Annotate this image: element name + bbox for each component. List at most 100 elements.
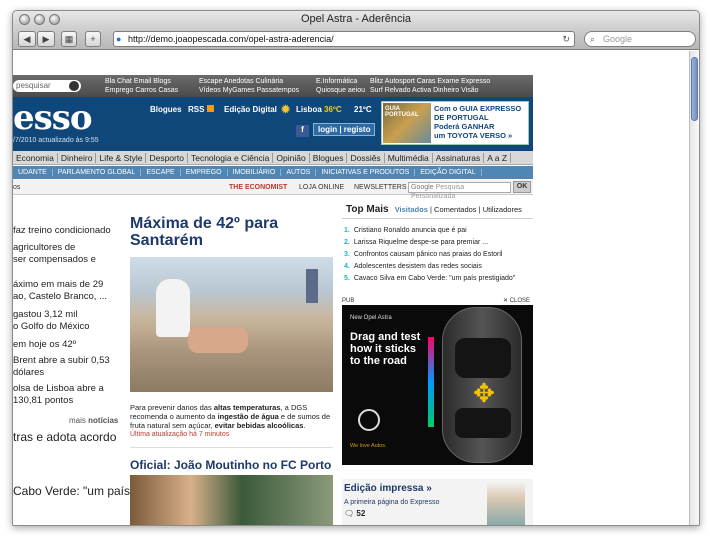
loja-online-link[interactable]: LOJA ONLINE (299, 180, 344, 195)
blogues-link[interactable]: Blogues (150, 105, 182, 114)
newspaper-cover-thumbnail[interactable] (487, 481, 525, 525)
top-item[interactable]: 1. Cristiano Ronaldo anuncia que é pai (344, 225, 533, 237)
edicao-title[interactable]: Edição impressa » (344, 483, 432, 494)
news-item[interactable]: dólares (13, 367, 44, 379)
strip-link[interactable]: Passatempos (257, 87, 299, 94)
strip-group-1[interactable]: Bla Chat Email Blogs Emprego Carros Casas (105, 77, 178, 95)
strip-link[interactable]: Activa (412, 87, 431, 94)
strip-link[interactable]: Autosport (385, 78, 415, 85)
nav-item[interactable]: Dinheiro (57, 153, 97, 163)
nav-item[interactable]: Opinião (273, 153, 310, 163)
login-register-button[interactable]: login | registo (313, 123, 376, 136)
strip-group-4[interactable]: Blitz Autosport Caras Exame Expresso Surf… (370, 77, 490, 95)
add-bookmark-button[interactable]: + (85, 31, 101, 47)
nav-item[interactable]: Multimédia (384, 153, 433, 163)
news-item[interactable]: ser compensados e (13, 254, 96, 266)
nav-item[interactable]: A a Z (484, 153, 512, 163)
top-item[interactable]: 3. Confrontos causam pânico nas praias do… (344, 249, 533, 261)
forward-button[interactable]: ▶ (37, 31, 55, 47)
top-item[interactable]: 2. Larissa Riquelme despe-se para premiar… (344, 237, 533, 249)
nav-item[interactable]: Economia (13, 153, 58, 163)
strip-link[interactable]: E.Informática (316, 78, 357, 85)
news-item[interactable]: o Golfo do México (13, 321, 90, 333)
news-item[interactable]: Cabo Verde: "um país (13, 485, 130, 497)
search-icon[interactable] (69, 81, 79, 91)
strip-group-2[interactable]: Escape Anedotas Culinária Vídeos MyGames … (199, 77, 299, 95)
news-item[interactable]: 130,81 pontos (13, 395, 73, 407)
nav-item[interactable]: Blogues (309, 153, 348, 163)
strip-link[interactable]: Quiosque aeiou (316, 87, 365, 94)
news-item[interactable]: em hoje os 42º (13, 339, 76, 351)
news-item[interactable]: olsa de Lisboa abre a (13, 383, 104, 395)
subnav-item[interactable]: INICIATIVAS E PRODUTOS (316, 169, 416, 176)
strip-link[interactable]: Email (134, 78, 152, 85)
strip-link[interactable]: Bla Chat (105, 78, 132, 85)
tab-comentados[interactable]: Comentados (434, 205, 477, 214)
news-item[interactable]: ao, Castelo Branco, ... (13, 291, 107, 303)
news-item[interactable]: áximo em mais de 29 (13, 279, 103, 291)
strip-group-3[interactable]: E.Informática Quiosque aeiou (316, 77, 365, 95)
guia-expresso-promo[interactable]: GUIA PORTUGAL Com o GUIA EXPRESSO DE PORT… (381, 101, 529, 145)
facebook-icon[interactable]: f (296, 125, 309, 137)
strip-link[interactable]: Casas (158, 87, 178, 94)
close-window-button[interactable] (19, 14, 30, 25)
subnav-item[interactable]: AUTOS (281, 169, 317, 176)
nav-item[interactable]: Assinaturas (432, 153, 485, 163)
back-button[interactable]: ◀ (18, 31, 36, 47)
ad-close-button[interactable]: ✕ CLOSE (503, 297, 530, 305)
news-item[interactable]: agricultores de (13, 242, 75, 254)
custom-search-input[interactable]: Google Pesquisa Personalizada (408, 182, 511, 200)
strip-link[interactable]: Expresso (461, 78, 490, 85)
main-headline[interactable]: Máxima de 42º para Santarém (130, 215, 300, 249)
address-bar[interactable]: ● http://demo.joaopescada.com/opel-astra… (113, 31, 575, 47)
subnav-item[interactable]: PARLAMENTO GLOBAL (52, 169, 142, 176)
strip-link[interactable]: Caras (417, 78, 436, 85)
news-item[interactable]: faz treino condicionado (13, 225, 111, 237)
strip-link[interactable]: Escape (199, 78, 222, 85)
minimize-window-button[interactable] (34, 14, 45, 25)
economist-link[interactable]: THE ECONOMIST (229, 180, 287, 195)
expresso-logo[interactable]: esso (13, 99, 93, 137)
second-headline[interactable]: Oficial: João Moutinho no FC Porto (130, 458, 331, 472)
rss-link[interactable]: RSS (188, 105, 214, 114)
comment-count[interactable]: 🗨 52 (344, 509, 365, 518)
nav-item[interactable]: Life & Style (96, 153, 147, 163)
nav-item[interactable]: Dossiês (347, 153, 385, 163)
subnav-item[interactable]: IMOBILIÁRIO (227, 169, 282, 176)
strip-link[interactable]: Visão (461, 87, 478, 94)
newsletters-link[interactable]: NEWSLETTERS (354, 180, 407, 195)
strip-link[interactable]: Anedotas (224, 78, 254, 85)
strip-link[interactable]: Exame (437, 78, 459, 85)
subnav-item[interactable]: UDANTE (13, 169, 53, 176)
news-item[interactable]: tras e adota acordo (13, 431, 116, 443)
news-item[interactable]: gastou 3,12 mil (13, 309, 77, 321)
edicao-link[interactable]: A primeira página do Expresso (344, 499, 439, 506)
more-news-link[interactable]: mais notícias (69, 415, 118, 427)
drag-arrows-icon[interactable]: ✥ (470, 379, 498, 407)
news-item[interactable]: Brent abre a subir 0,53 (13, 355, 110, 367)
strip-link[interactable]: Relvado (385, 87, 411, 94)
strip-link[interactable]: Emprego (105, 87, 133, 94)
zoom-window-button[interactable] (49, 14, 60, 25)
strip-link[interactable]: Blitz (370, 78, 383, 85)
tab-visitados[interactable]: Visitados (395, 205, 428, 214)
main-story-photo[interactable] (130, 257, 333, 392)
edicao-digital-link[interactable]: Edição Digital (224, 105, 277, 114)
opel-astra-ad[interactable]: PUB ✕ CLOSE New Opel Astra Drag and test… (342, 297, 533, 465)
top-item[interactable]: 4. Adolescentes desistem das redes sociai… (344, 261, 533, 273)
nav3-first[interactable]: os (13, 180, 20, 195)
second-story-photo[interactable] (130, 475, 333, 525)
subnav-item[interactable]: ESCAPE (141, 169, 181, 176)
subnav-item[interactable]: EMPREGO (180, 169, 228, 176)
strip-link[interactable]: Blogs (153, 78, 171, 85)
top-item[interactable]: 5. Cavaco Silva em Cabo Verde: "um país p… (344, 273, 533, 285)
strip-link[interactable]: Carros (135, 87, 156, 94)
search-field[interactable]: ⌕ Google (584, 31, 696, 47)
strip-link[interactable]: Dinheiro (433, 87, 459, 94)
site-search-input[interactable]: pesquisar (13, 80, 81, 92)
tab-utilizadores[interactable]: Utilizadores (483, 205, 522, 214)
subnav-item[interactable]: EDIÇÃO DIGITAL (415, 169, 482, 176)
scrollbar-thumb[interactable] (691, 57, 698, 121)
search-ok-button[interactable]: OK (513, 181, 531, 193)
nav-item[interactable]: Tecnologia e Ciência (187, 153, 274, 163)
